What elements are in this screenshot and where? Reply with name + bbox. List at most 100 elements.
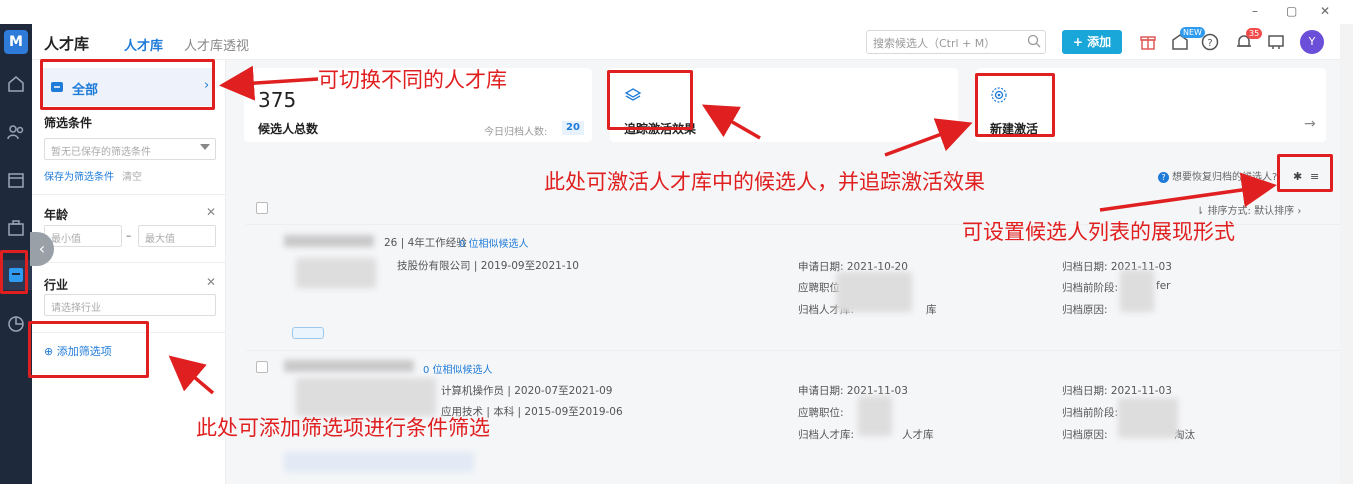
briefcase-icon[interactable] <box>6 218 26 238</box>
new-activation-card[interactable]: 新建激活 → <box>976 68 1326 142</box>
today-archived-label: 今日归档人数: <box>484 127 548 138</box>
track-activation-card[interactable]: 追踪激活效果 → <box>610 68 958 142</box>
message-board-icon[interactable] <box>1266 32 1286 52</box>
candidate-company: 计算机操作员 | 2020-07至2021-09 <box>441 385 613 397</box>
track-activation-label: 追踪激活效果 <box>624 122 697 136</box>
new-activation-label: 新建激活 <box>990 122 1039 136</box>
add-button[interactable]: + 添加 <box>1062 30 1122 54</box>
tag-chips-blurred <box>284 452 474 472</box>
library-label: 全部 <box>72 83 99 98</box>
age-max-input[interactable]: 最大值 <box>138 225 216 247</box>
industry-label: 行业 <box>44 278 69 292</box>
similar-candidates-link[interactable]: 0 位相似候选人 <box>423 361 493 376</box>
home-icon[interactable] <box>6 74 26 94</box>
window-titlebar: – ▢ ✕ <box>0 0 1353 24</box>
similar-candidates-link[interactable]: 0 位相似候选人 <box>459 235 529 250</box>
blurred-area <box>858 396 892 436</box>
gear-icon[interactable]: ✱ <box>1293 170 1302 183</box>
chevron-right-icon: › <box>1297 206 1302 217</box>
candidate-age-experience: 26 | 4年工作经验 <box>384 237 467 249</box>
page-scrollbar[interactable] <box>1340 24 1353 484</box>
question-icon: ? <box>1158 172 1169 183</box>
candidate-photo-blurred <box>296 378 436 416</box>
chart-pie-icon[interactable] <box>6 314 26 334</box>
maximize-button[interactable]: ▢ <box>1286 4 1297 18</box>
archive-date: 归档日期: 2021-11-03 <box>1062 385 1172 397</box>
clear-filter-link[interactable]: 清空 <box>122 168 142 183</box>
apply-position: 应聘职位: <box>798 407 844 419</box>
divider <box>32 194 226 195</box>
total-label: 候选人总数 <box>258 122 319 136</box>
notification-count-badge: 35 <box>1246 28 1263 39</box>
divider <box>32 262 226 263</box>
talent-library-icon[interactable] <box>6 265 26 285</box>
candidate-photo-blurred <box>296 258 376 288</box>
add-filter-link[interactable]: ⊕ 添加筛选项 <box>44 343 112 359</box>
annotation-switch-library: 可切换不同的人才库 <box>318 68 507 92</box>
saved-filter-select[interactable]: 暂无已保存的筛选条件 <box>44 138 216 160</box>
filter-title: 筛选条件 <box>44 116 93 130</box>
annotation-add-filter: 此处可添加筛选项进行条件筛选 <box>196 416 490 440</box>
divider <box>246 350 1340 351</box>
age-label: 年龄 <box>44 208 69 222</box>
archive-reason: 归档原因: <box>1062 304 1108 316</box>
industry-select[interactable]: 请选择行业 <box>44 294 216 316</box>
help-icon[interactable]: ? <box>1200 32 1220 52</box>
search-input[interactable]: 搜索候选人（Ctrl + M） <box>866 30 1046 54</box>
app-logo[interactable]: M <box>4 30 28 54</box>
candidate-name-blurred <box>284 360 414 372</box>
close-button[interactable]: ✕ <box>1320 4 1330 18</box>
add-filter-label: 添加筛选项 <box>56 345 112 358</box>
blurred-area <box>836 272 912 312</box>
arrow-right-icon: → <box>936 116 948 132</box>
archive-reason: 归档原因: <box>1062 429 1108 441</box>
age-range-dash: – <box>126 230 132 242</box>
row-checkbox[interactable] <box>256 361 268 373</box>
tag-chip <box>292 327 324 339</box>
close-industry-filter-icon[interactable]: ✕ <box>206 275 216 289</box>
library-selector[interactable]: 全部 › <box>42 68 214 106</box>
restore-archived-link[interactable]: ? 想要恢复归档的候选人? <box>1158 168 1277 183</box>
archive-stage-suffix: fer <box>1156 280 1171 292</box>
minimize-button[interactable]: – <box>1252 4 1258 18</box>
plus-circle-icon: ⊕ <box>44 345 57 358</box>
target-icon <box>991 87 1007 103</box>
library-icon <box>51 82 63 92</box>
archive-library: 归档人才库: <box>798 429 855 441</box>
archive-library-suffix: 人才库 <box>902 429 934 441</box>
divider <box>32 332 226 333</box>
age-min-input[interactable]: 最小值 <box>44 225 122 247</box>
select-all-checkbox[interactable] <box>256 202 268 214</box>
sort-selector[interactable]: ⇂ 排序方式: 默认排序 › <box>1196 202 1301 217</box>
calendar-icon[interactable] <box>6 170 26 190</box>
total-count: 375 <box>258 88 297 112</box>
annotation-activate: 此处可激活人才库中的候选人，并追踪激活效果 <box>544 170 985 194</box>
chevron-right-icon: › <box>204 78 210 93</box>
gift-icon[interactable] <box>1138 32 1158 52</box>
arrow-right-icon: → <box>1304 116 1316 132</box>
top-header: 人才库 人才库 人才库透视 搜索候选人（Ctrl + M） + 添加 NEW ?… <box>32 24 1340 60</box>
candidate-name-blurred <box>284 235 374 247</box>
blurred-area <box>1118 398 1178 438</box>
archive-date: 归档日期: 2021-11-03 <box>1062 261 1172 273</box>
archive-library-suffix: 库 <box>926 304 937 316</box>
avatar[interactable]: Y <box>1300 30 1324 54</box>
today-archived-count: 20 <box>562 121 584 135</box>
search-icon[interactable] <box>1027 34 1041 48</box>
tab-talent-pivot[interactable]: 人才库透视 <box>184 35 249 54</box>
app-sidebar: M <box>0 24 32 484</box>
candidate-company: 技股份有限公司 | 2019-09至2021-10 <box>397 260 579 272</box>
layers-icon <box>624 88 642 101</box>
archive-stage: 归档前阶段: <box>1062 407 1119 419</box>
annotation-list-display: 可设置候选人列表的展现形式 <box>962 220 1235 244</box>
chevron-down-icon <box>200 144 210 150</box>
archive-stage: 归档前阶段: <box>1062 282 1119 294</box>
save-filter-link[interactable]: 保存为筛选条件 <box>44 168 114 183</box>
people-icon[interactable] <box>6 122 26 142</box>
svg-text:?: ? <box>1207 38 1212 49</box>
list-view-icon[interactable]: ≡ <box>1310 170 1319 183</box>
close-age-filter-icon[interactable]: ✕ <box>206 205 216 219</box>
restore-archived-text: 想要恢复归档的候选人? <box>1172 172 1278 183</box>
page-title: 人才库 <box>44 35 90 53</box>
tab-talent-library[interactable]: 人才库 <box>124 35 163 54</box>
